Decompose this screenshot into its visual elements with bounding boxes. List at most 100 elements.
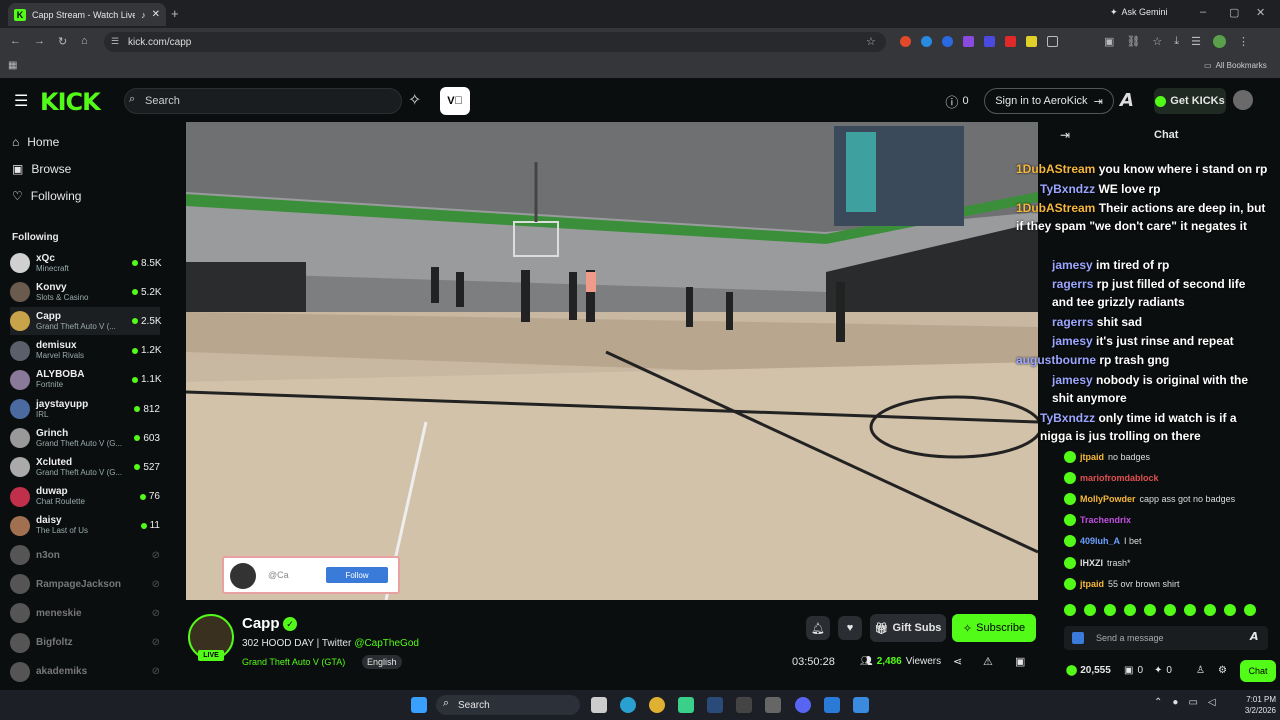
- chat-send-button[interactable]: Chat: [1240, 660, 1276, 682]
- extension-icon[interactable]: [942, 36, 953, 47]
- emote-icon[interactable]: [1244, 604, 1256, 616]
- menu-list-icon[interactable]: ☰: [1191, 35, 1201, 48]
- back-icon[interactable]: ←: [10, 35, 21, 47]
- clip-icon[interactable]: ▣: [1015, 655, 1025, 668]
- following-channel[interactable]: Grinch Grand Theft Auto V (G... 603: [10, 424, 160, 452]
- search-input[interactable]: Search: [124, 88, 402, 114]
- address-bar[interactable]: kick.com/capp: [104, 32, 886, 52]
- app-icon[interactable]: [824, 697, 840, 713]
- window-close-icon[interactable]: ✕: [1256, 6, 1265, 19]
- steam-icon[interactable]: [707, 697, 723, 713]
- browser-tab[interactable]: K Capp Stream - Watch Live ♪ ✕: [8, 3, 166, 26]
- share-icon[interactable]: ⋖: [953, 655, 962, 668]
- following-channel[interactable]: meneskie ⊘: [10, 599, 160, 627]
- chat-username[interactable]: MollyPowder: [1080, 494, 1136, 504]
- ask-gemini-button[interactable]: ✦ Ask Gemini: [1110, 7, 1168, 18]
- chat-input[interactable]: Send a message: [1064, 626, 1268, 650]
- tab-audio-icon[interactable]: ♪: [141, 10, 146, 20]
- gift-subs-button[interactable]: 🎁︎ Gift Subs: [870, 614, 946, 642]
- aerokick-logo[interactable]: A: [1120, 90, 1134, 111]
- collapse-chat-icon[interactable]: ⇥: [1060, 128, 1070, 142]
- app-icon[interactable]: [736, 697, 752, 713]
- emote-icon[interactable]: [1204, 604, 1216, 616]
- site-info-icon[interactable]: ☰: [111, 36, 119, 47]
- discord-icon[interactable]: [795, 697, 811, 713]
- sparkle-icon[interactable]: ✧: [408, 90, 421, 110]
- new-tab-icon[interactable]: +: [171, 6, 179, 21]
- tab-close-icon[interactable]: ✕: [152, 9, 160, 20]
- streamer-name[interactable]: Capp: [242, 615, 280, 632]
- emote-icon[interactable]: [1224, 604, 1236, 616]
- settings-gear-icon[interactable]: ⚙: [1218, 665, 1227, 676]
- file-explorer-icon[interactable]: [591, 697, 607, 713]
- chat-username[interactable]: IHXZI: [1080, 558, 1103, 568]
- subscribe-button[interactable]: ✧ Subscribe: [952, 614, 1036, 642]
- reload-icon[interactable]: ↻: [58, 35, 67, 48]
- following-channel[interactable]: Capp Grand Theft Auto V (... 2.5K: [10, 307, 162, 336]
- chat-emote-icon[interactable]: [1072, 632, 1084, 644]
- overlay-follow-button[interactable]: Follow: [326, 567, 388, 583]
- windows-start-icon[interactable]: [411, 697, 427, 713]
- clock[interactable]: 7:01 PM 3/2/2026: [1234, 694, 1276, 716]
- following-channel[interactable]: RampageJackson ⊘: [10, 570, 160, 598]
- user-avatar[interactable]: [1233, 90, 1253, 110]
- chevron-up-icon[interactable]: ⌃: [1154, 697, 1162, 708]
- download-icon[interactable]: ⤓: [1174, 35, 1179, 48]
- emote-icon[interactable]: [1124, 604, 1136, 616]
- extension-icon[interactable]: [984, 36, 995, 47]
- emote-icon[interactable]: [1144, 604, 1156, 616]
- extension-icon[interactable]: [921, 36, 932, 47]
- following-channel[interactable]: akademiks ⊘: [10, 658, 160, 686]
- emote-icon[interactable]: [1084, 604, 1096, 616]
- all-bookmarks-button[interactable]: ▭ All Bookmarks: [1204, 61, 1267, 70]
- home-page-icon[interactable]: ⌂: [81, 35, 88, 47]
- video-player[interactable]: @Ca Follow: [186, 122, 1038, 600]
- profile-avatar[interactable]: [1213, 35, 1226, 48]
- mic-icon[interactable]: ●: [1172, 697, 1178, 708]
- watch-party-button[interactable]: V⃞: [440, 87, 470, 115]
- extension-icon[interactable]: [1005, 36, 1016, 47]
- chat-username[interactable]: jtpaid: [1080, 579, 1104, 589]
- notify-bell-button[interactable]: 🔔︎: [806, 616, 830, 640]
- following-channel[interactable]: Xcluted Grand Theft Auto V (G... 527: [10, 453, 160, 481]
- app-icon[interactable]: [765, 697, 781, 713]
- twitter-link[interactable]: @CapTheGod: [354, 638, 419, 649]
- extension-icon[interactable]: [900, 36, 911, 47]
- following-channel[interactable]: n3on ⊘: [10, 541, 160, 569]
- emote-icon[interactable]: [1104, 604, 1116, 616]
- maximize-icon[interactable]: ▢: [1229, 6, 1239, 19]
- chat-username[interactable]: Trachendrix: [1080, 515, 1131, 525]
- language-tag[interactable]: English: [362, 655, 402, 669]
- user-icon[interactable]: ♙: [1196, 665, 1205, 676]
- get-kicks-button[interactable]: Get KICKs: [1154, 88, 1226, 114]
- chat-username[interactable]: 409luh_A: [1080, 536, 1120, 546]
- emote-icon[interactable]: [1064, 604, 1076, 616]
- aerokick-chat-icon[interactable]: A: [1250, 630, 1259, 643]
- report-icon[interactable]: ⚠: [983, 655, 993, 668]
- emote-icon[interactable]: [1184, 604, 1196, 616]
- nav-browse[interactable]: ▣ Browse: [12, 162, 71, 176]
- kick-logo[interactable]: KICK: [40, 88, 101, 116]
- puzzle-icon[interactable]: [1047, 36, 1058, 47]
- following-channel[interactable]: daisy The Last of Us 11: [10, 512, 160, 540]
- follow-heart-button[interactable]: ♥: [838, 616, 862, 640]
- following-channel[interactable]: Konvy Slots & Casino 5.2K: [10, 278, 162, 306]
- bookmark-star-icon[interactable]: ☆: [866, 35, 876, 48]
- app-icon[interactable]: [678, 697, 694, 713]
- extension-icon[interactable]: [963, 36, 974, 47]
- forward-icon[interactable]: →: [34, 35, 45, 47]
- notifications-button[interactable]: ⓘ 0: [942, 90, 972, 112]
- minimize-icon[interactable]: –: [1200, 6, 1206, 18]
- taskbar-search[interactable]: Search: [436, 695, 580, 715]
- nav-home[interactable]: ⌂ Home: [12, 135, 59, 149]
- following-channel[interactable]: duwap Chat Roulette 76: [10, 483, 160, 511]
- volume-icon[interactable]: ◁: [1208, 697, 1216, 708]
- sidebar-icon[interactable]: ▣: [1104, 35, 1114, 48]
- apps-icon[interactable]: ▦: [8, 60, 17, 71]
- chat-username[interactable]: mariofromdablock: [1080, 473, 1159, 483]
- network-icon[interactable]: ▭: [1188, 697, 1197, 708]
- link-icon[interactable]: ⛓: [1126, 35, 1140, 48]
- star-list-icon[interactable]: ☆: [1152, 35, 1162, 48]
- stream-category[interactable]: Grand Theft Auto V (GTA): [242, 657, 345, 667]
- following-channel[interactable]: ALYBOBA Fortnite 1.1K: [10, 366, 162, 394]
